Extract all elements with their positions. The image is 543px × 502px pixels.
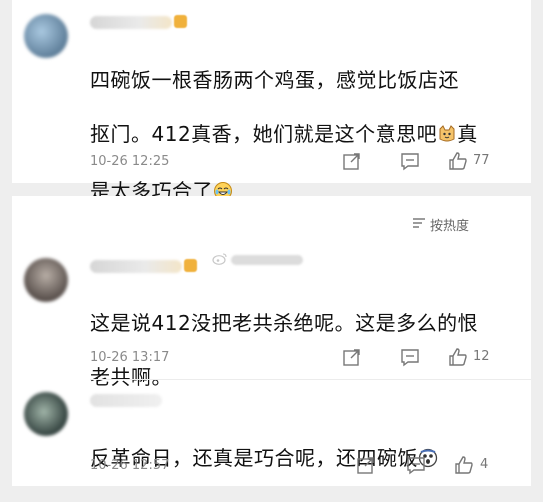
weibo-logo-icon xyxy=(212,252,228,268)
sort-label: 按热度 xyxy=(429,219,469,234)
thumbs-up-icon[interactable] xyxy=(448,347,468,367)
avatar[interactable] xyxy=(24,392,68,436)
avatar[interactable] xyxy=(24,258,68,302)
comment-actions: 77 xyxy=(342,150,532,172)
share-icon[interactable] xyxy=(342,347,362,367)
like-count: 12 xyxy=(473,349,490,364)
comment-line: 抠门。412真香，她们就是这个意思吧真 xyxy=(90,121,516,151)
comment-timestamp: 10-26 13:17 xyxy=(90,350,170,365)
comment-icon[interactable] xyxy=(400,347,420,367)
avatar[interactable] xyxy=(24,14,68,58)
comment-line-text: 抠门。412真香，她们就是这个意思吧 xyxy=(90,122,438,146)
like-count: 4 xyxy=(480,457,489,472)
comment-actions: 4 xyxy=(342,454,532,476)
divider xyxy=(90,379,531,380)
thumbs-up-icon[interactable] xyxy=(448,151,468,171)
comment-line: 老共啊。 xyxy=(90,365,172,389)
comment-icon[interactable] xyxy=(406,455,426,475)
comment-timestamp: 10-26 12:57 xyxy=(90,458,170,473)
comment-card: 四碗饭一根香肠两个鸡蛋，感觉比饭店还 抠门。412真香，她们就是这个意思吧真 是… xyxy=(12,0,532,203)
like-count: 77 xyxy=(473,153,490,168)
comment-timestamp: 10-26 12:25 xyxy=(90,154,170,169)
comment-line: 四碗饭一根香肠两个鸡蛋，感觉比饭店还 xyxy=(90,68,459,92)
user-badge-icon xyxy=(174,15,187,28)
comment-line-text: 真 xyxy=(457,122,478,146)
watermark-text xyxy=(231,255,303,265)
comment-list-panel: 按热度 这是说412没把老共杀绝呢。这是多么的恨 老共啊。 10-26 13:1… xyxy=(12,196,531,486)
comment-actions: 12 xyxy=(342,346,532,368)
username[interactable] xyxy=(90,260,182,273)
cat-emoji-icon xyxy=(437,124,457,151)
username[interactable] xyxy=(90,16,172,29)
thumbs-up-icon[interactable] xyxy=(454,455,474,475)
share-icon[interactable] xyxy=(356,455,376,475)
watermark xyxy=(212,252,303,268)
sort-icon xyxy=(412,217,430,233)
user-badge-icon xyxy=(184,259,197,272)
comment-icon[interactable] xyxy=(400,151,420,171)
sort-toggle[interactable]: 按热度 xyxy=(412,215,469,234)
comment-line: 这是说412没把老共杀绝呢。这是多么的恨 xyxy=(90,311,479,335)
share-icon[interactable] xyxy=(342,151,362,171)
username[interactable] xyxy=(90,394,162,407)
